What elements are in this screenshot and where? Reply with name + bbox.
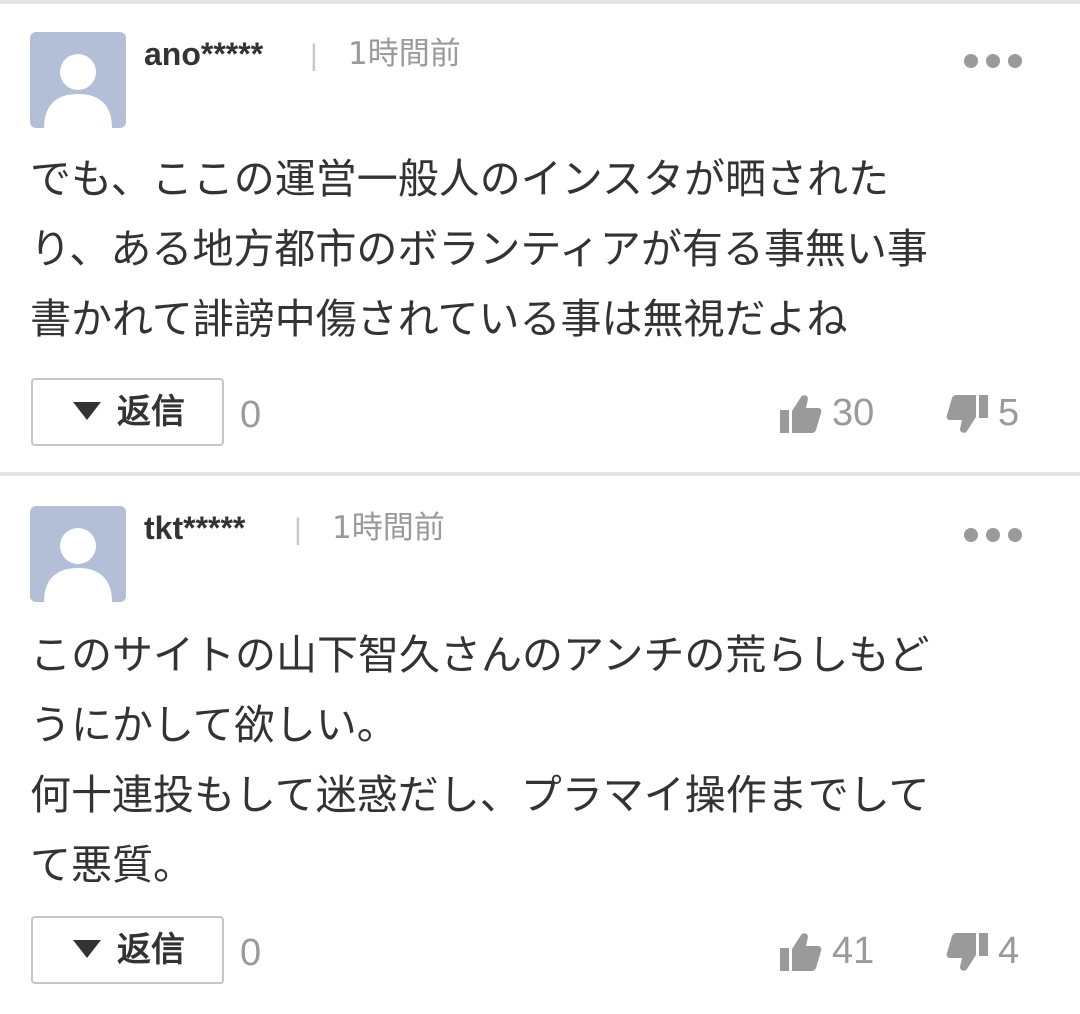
more-options-icon[interactable]: [958, 44, 1028, 74]
reply-label: 返信: [117, 930, 185, 970]
comment-item: tkt***** | 1時間前 このサイトの山下智久さんのアンチの荒らしもど う…: [0, 478, 1080, 1014]
comment-text: でも、ここの運営一般人のインスタが晒された り、ある地方都市のボランティアが有る…: [30, 155, 928, 343]
dislike-button[interactable]: 5: [946, 390, 1026, 440]
user-silhouette-icon: [44, 528, 112, 602]
chevron-down-icon: [73, 402, 101, 420]
avatar[interactable]: [30, 506, 126, 602]
comment-timestamp: 1時間前: [348, 36, 461, 72]
meta-separator: |: [294, 513, 302, 546]
more-options-icon[interactable]: [958, 518, 1028, 548]
reply-count: 0: [240, 394, 262, 436]
reply-label: 返信: [117, 392, 185, 432]
like-button[interactable]: 30: [780, 390, 880, 440]
like-count: 30: [832, 392, 875, 434]
comment-username[interactable]: tkt*****: [144, 508, 245, 548]
comment-divider: [0, 472, 1080, 476]
like-button[interactable]: 41: [780, 928, 880, 978]
reply-button[interactable]: 返信: [31, 378, 224, 446]
comment-username[interactable]: ano*****: [144, 34, 263, 74]
like-count: 41: [832, 930, 875, 972]
comment-timestamp: 1時間前: [332, 510, 445, 546]
meta-separator: |: [310, 39, 318, 72]
dislike-count: 4: [998, 930, 1020, 972]
dislike-count: 5: [998, 392, 1020, 434]
reply-button[interactable]: 返信: [31, 916, 224, 984]
comment-text: このサイトの山下智久さんのアンチの荒らしもど うにかして欲しい。 何十連投もして…: [30, 631, 930, 889]
chevron-down-icon: [73, 940, 101, 958]
thumbs-down-icon: [946, 933, 988, 971]
user-silhouette-icon: [44, 54, 112, 128]
avatar[interactable]: [30, 32, 126, 128]
thumbs-up-icon: [780, 395, 822, 433]
thumbs-up-icon: [780, 933, 822, 971]
thumbs-down-icon: [946, 395, 988, 433]
comment-item: ano***** | 1時間前 でも、ここの運営一般人のインスタが晒された り、…: [0, 4, 1080, 472]
reply-count: 0: [240, 932, 262, 974]
dislike-button[interactable]: 4: [946, 928, 1026, 978]
